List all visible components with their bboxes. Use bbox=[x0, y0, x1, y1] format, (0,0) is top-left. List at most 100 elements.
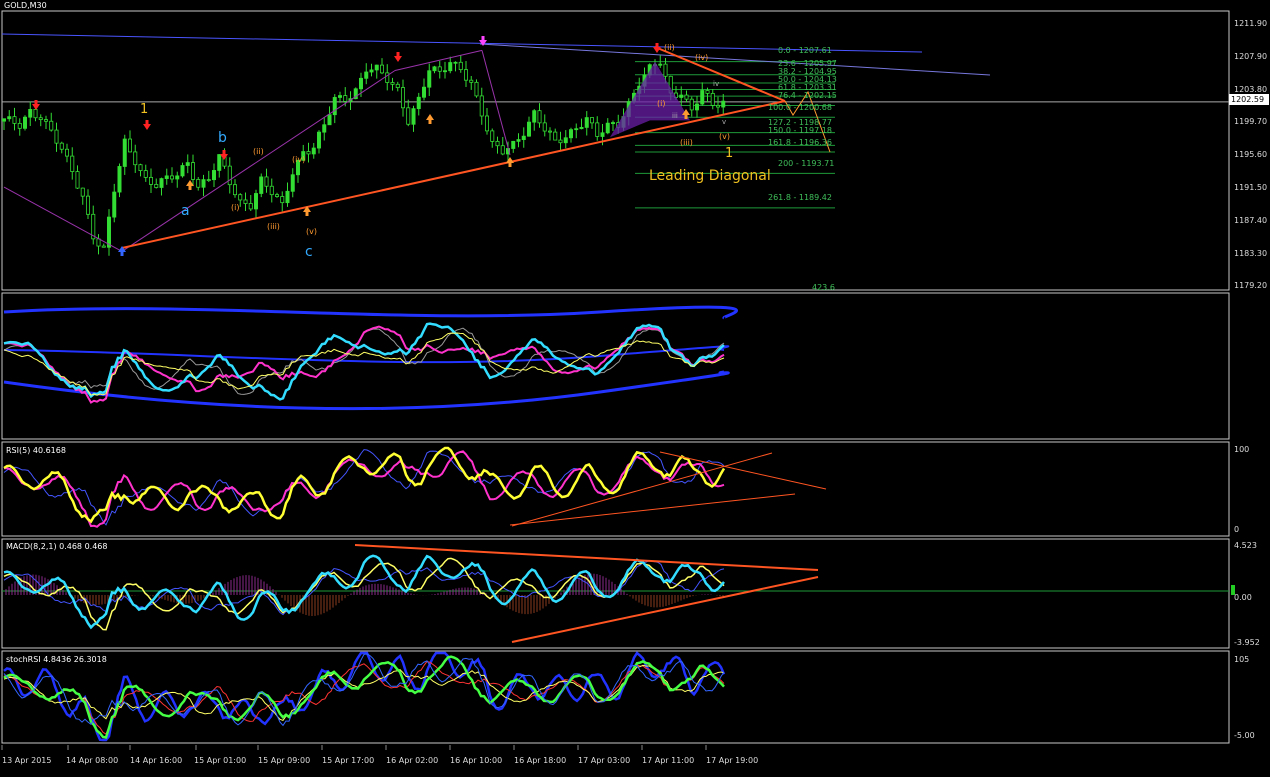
candle bbox=[679, 94, 684, 98]
time-tick: 15 Apr 17:00 bbox=[322, 756, 375, 765]
diagonal-fill bbox=[610, 61, 690, 138]
current-price-label: 1202.59 bbox=[1229, 94, 1269, 105]
candle bbox=[75, 171, 80, 189]
candle bbox=[542, 122, 547, 132]
candle bbox=[364, 71, 369, 79]
candle bbox=[558, 139, 563, 144]
candle bbox=[154, 183, 159, 188]
candle bbox=[138, 164, 143, 171]
candle bbox=[448, 62, 453, 72]
candle bbox=[721, 100, 726, 108]
candle bbox=[185, 162, 190, 166]
candle bbox=[469, 79, 474, 83]
candle bbox=[374, 64, 379, 71]
fib-level-label: 200 - 1193.71 bbox=[778, 159, 835, 168]
wave-label: v bbox=[722, 118, 727, 126]
candle bbox=[479, 95, 484, 117]
candle bbox=[232, 184, 237, 196]
candle bbox=[527, 121, 532, 137]
price-tick: 1203.80 bbox=[1234, 85, 1268, 94]
macd-band-line bbox=[3, 560, 725, 616]
candle bbox=[274, 194, 279, 197]
rsi-trendline bbox=[511, 452, 773, 527]
price-tick: 1195.60 bbox=[1234, 150, 1268, 159]
candle bbox=[44, 119, 49, 122]
time-tick: 15 Apr 01:00 bbox=[194, 756, 247, 765]
candle bbox=[442, 70, 447, 73]
candle bbox=[80, 187, 85, 197]
wave-label: (i) bbox=[231, 203, 240, 212]
wave-line bbox=[481, 50, 511, 156]
candle bbox=[379, 64, 384, 74]
candle bbox=[458, 61, 463, 71]
leading-diagonal-label: Leading Diagonal bbox=[649, 168, 771, 184]
down-arrow-icon bbox=[143, 120, 151, 130]
time-tick: 16 Apr 18:00 bbox=[514, 756, 567, 765]
candle bbox=[548, 130, 553, 133]
candle bbox=[563, 137, 568, 144]
price-tick: 1191.50 bbox=[1234, 183, 1268, 192]
candle bbox=[285, 190, 290, 204]
candle bbox=[122, 138, 127, 167]
down-arrow-icon bbox=[394, 52, 402, 62]
candle bbox=[537, 110, 542, 124]
candle bbox=[689, 98, 694, 111]
candle bbox=[70, 155, 75, 172]
wave-label: (iv) bbox=[292, 155, 306, 164]
price-tick: 1187.40 bbox=[1234, 216, 1268, 225]
candle bbox=[12, 116, 17, 124]
candle bbox=[180, 165, 185, 177]
wave-line bbox=[121, 70, 396, 252]
stoch-scale-min: -5.00 bbox=[1234, 731, 1255, 740]
candle bbox=[684, 94, 689, 100]
candle bbox=[432, 66, 437, 72]
chart-canvas[interactable] bbox=[0, 0, 1270, 773]
candle bbox=[337, 95, 342, 98]
candle bbox=[28, 109, 33, 118]
candle bbox=[600, 132, 605, 137]
wave-label: 1 bbox=[140, 102, 149, 117]
fib-level-label: 150.0 - 1197.18 bbox=[768, 126, 832, 135]
candle bbox=[59, 142, 64, 150]
candle bbox=[421, 86, 426, 98]
price-tick: 1179.20 bbox=[1234, 281, 1268, 290]
wave-label: 1 bbox=[725, 146, 734, 161]
candle bbox=[343, 95, 348, 102]
panel-frame bbox=[1, 441, 1230, 537]
candle bbox=[532, 110, 537, 123]
wave-label: (iv) bbox=[695, 53, 709, 62]
candle bbox=[49, 120, 54, 131]
candle bbox=[327, 114, 332, 126]
candle bbox=[311, 147, 316, 155]
price-tick: 1211.90 bbox=[1234, 19, 1268, 28]
candle bbox=[17, 122, 22, 129]
price-tick: 1199.70 bbox=[1234, 117, 1268, 126]
stoch-thin-line bbox=[3, 653, 725, 727]
time-tick: 17 Apr 03:00 bbox=[578, 756, 631, 765]
stoch-yellow-line bbox=[3, 664, 725, 722]
candle bbox=[474, 81, 479, 97]
wave-label: c bbox=[305, 244, 313, 260]
candle bbox=[2, 118, 7, 122]
macd-scale-max: 4.523 bbox=[1234, 541, 1257, 550]
candle bbox=[175, 175, 180, 180]
fib-level-label: 76.4 - 1202.15 bbox=[778, 91, 837, 100]
down-arrow-icon bbox=[653, 43, 661, 53]
candle bbox=[437, 66, 442, 72]
candle bbox=[164, 175, 169, 179]
candle bbox=[406, 107, 411, 125]
candle bbox=[569, 129, 574, 139]
candle bbox=[196, 179, 201, 188]
candle bbox=[590, 117, 595, 124]
candle bbox=[22, 116, 27, 129]
candle bbox=[316, 131, 321, 149]
wave-label: (ii) bbox=[664, 43, 675, 52]
candle bbox=[243, 199, 248, 204]
fib-level-label: 100.0 - 1200.68 bbox=[768, 103, 832, 112]
wave-label: (iii) bbox=[680, 138, 693, 147]
candle bbox=[400, 87, 405, 109]
stoch-title: stochRSI 4.8436 26.3018 bbox=[6, 655, 107, 664]
wave-label: (v) bbox=[306, 227, 317, 236]
wave-line bbox=[3, 186, 123, 252]
wave-label: (i) bbox=[657, 99, 666, 108]
